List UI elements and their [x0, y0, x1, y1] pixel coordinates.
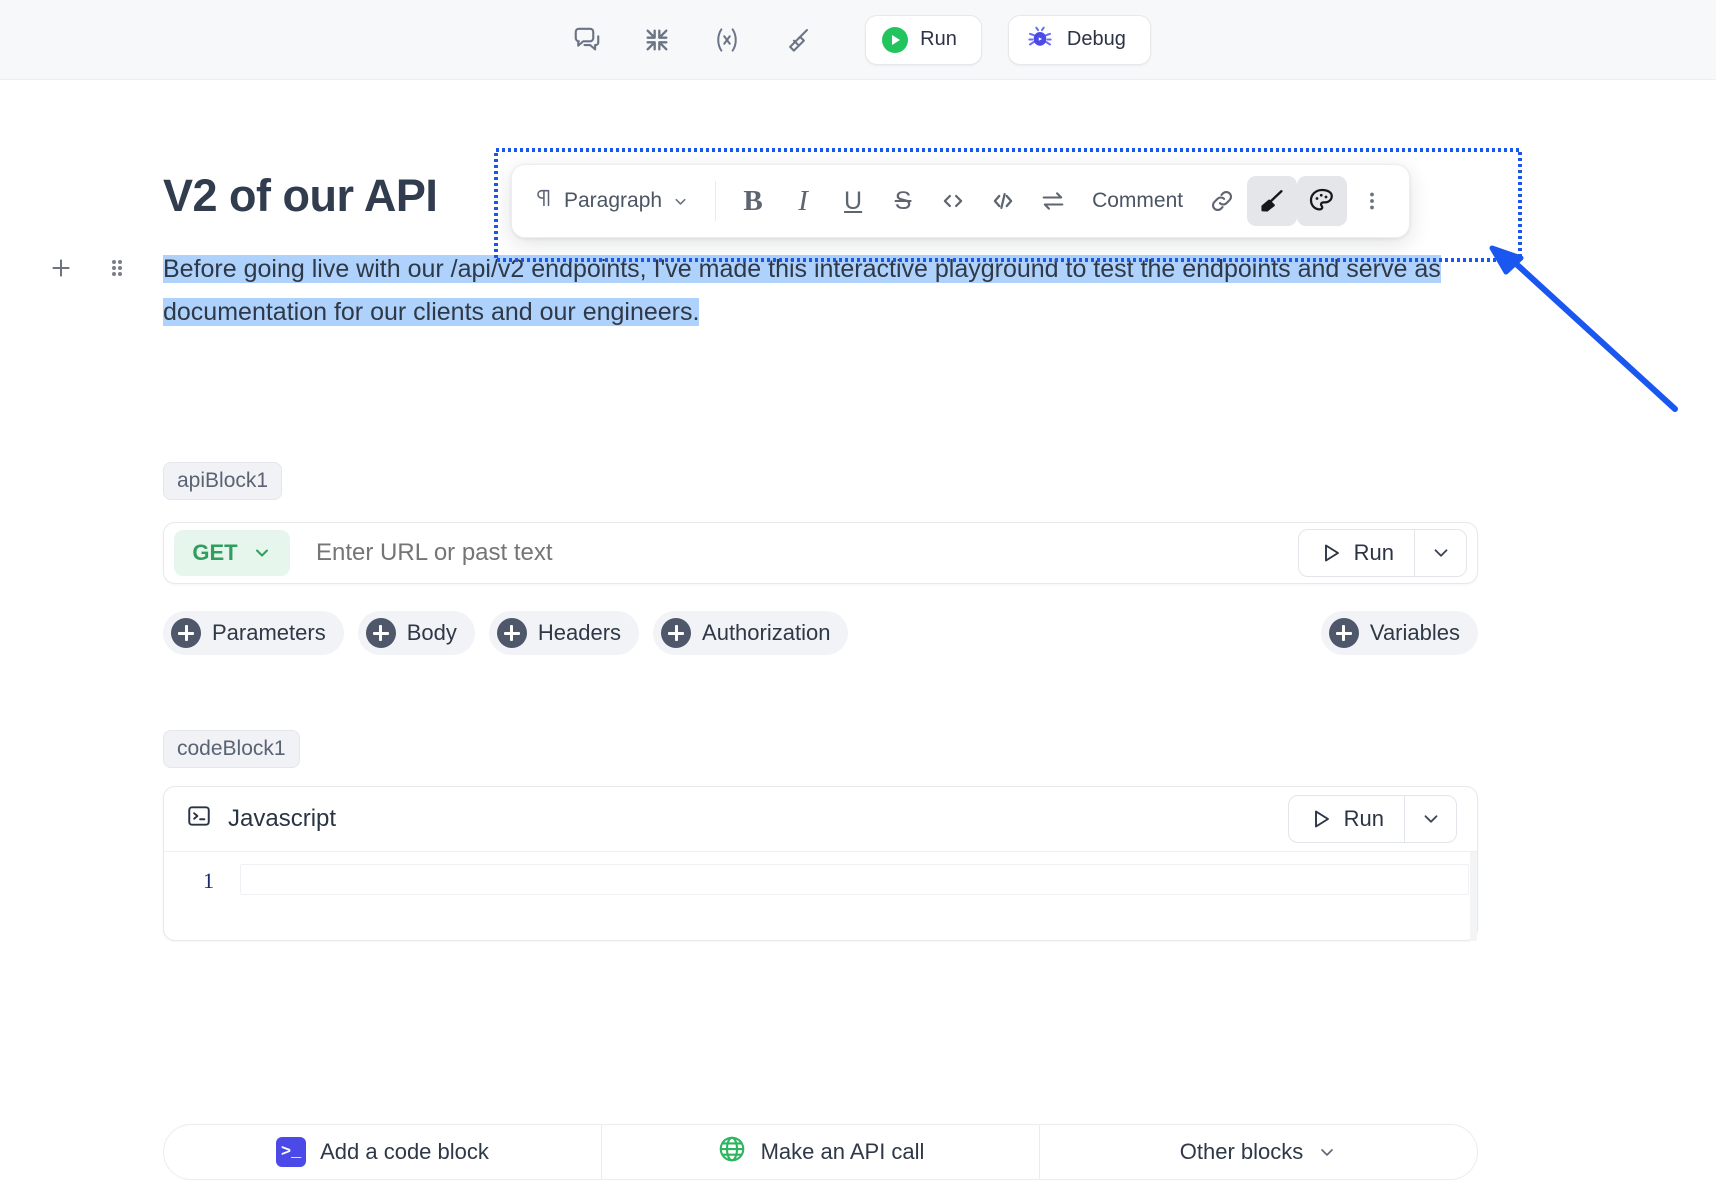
- api-request-card: GET Run: [163, 522, 1478, 584]
- code-scrollbar[interactable]: [1470, 852, 1477, 941]
- inline-code-button[interactable]: [928, 176, 978, 226]
- method-label: GET: [192, 540, 238, 565]
- api-run-options-button[interactable]: [1414, 530, 1466, 576]
- more-options-button[interactable]: [1347, 176, 1397, 226]
- top-toolbar: Run Debug: [0, 0, 1716, 80]
- code-block-header: Javascript Run: [164, 787, 1477, 852]
- code-run-button[interactable]: Run: [1289, 796, 1404, 842]
- variables-icon[interactable]: [705, 18, 749, 62]
- strikethrough-button[interactable]: S: [878, 176, 928, 226]
- plus-icon: [365, 618, 396, 648]
- chip-authorization[interactable]: Authorization: [653, 611, 849, 655]
- code-block-button[interactable]: [978, 176, 1028, 226]
- code-line-input[interactable]: [240, 864, 1469, 895]
- api-run-button[interactable]: Run: [1299, 530, 1414, 576]
- plus-icon: [171, 618, 201, 648]
- api-run-group: Run: [1297, 529, 1467, 577]
- chevron-down-icon: [255, 549, 268, 557]
- make-api-call-button[interactable]: Make an API call: [601, 1125, 1039, 1179]
- plus-icon: [661, 618, 692, 648]
- chip-body[interactable]: Body: [357, 611, 475, 655]
- floating-format-toolbar: Paragraph B I U S Comment: [511, 164, 1411, 238]
- code-run-options-button[interactable]: [1404, 796, 1456, 842]
- language-label: Javascript: [228, 805, 337, 832]
- link-button[interactable]: [1197, 176, 1247, 226]
- divider: [715, 181, 717, 221]
- block-gutter-controls: [48, 255, 130, 281]
- code-block-label[interactable]: codeBlock1: [163, 730, 300, 768]
- debug-button[interactable]: Debug: [1007, 14, 1151, 65]
- block-actions-bar: >_ Add a code block Make an API call Oth…: [163, 1124, 1478, 1180]
- chevron-down-icon: [675, 198, 686, 205]
- api-block-label[interactable]: apiBlock1: [163, 462, 283, 500]
- clear-icon[interactable]: [775, 18, 819, 62]
- code-run-label: Run: [1343, 806, 1384, 831]
- chip-variables[interactable]: Variables: [1320, 611, 1478, 655]
- app-root: Run Debug V2 of our API Before going liv…: [0, 0, 1716, 1186]
- chip-label: Authorization: [702, 620, 831, 645]
- comment-button[interactable]: Comment: [1078, 176, 1197, 226]
- chip-label: Headers: [537, 620, 622, 645]
- italic-button[interactable]: I: [778, 176, 828, 226]
- play-icon: [1324, 544, 1339, 562]
- code-editor[interactable]: 1: [164, 852, 1477, 941]
- convert-button[interactable]: [1028, 176, 1078, 226]
- plus-icon: [1328, 618, 1359, 648]
- chip-label: Parameters: [212, 620, 326, 645]
- paragraph-style-label: Paragraph: [564, 189, 663, 212]
- make-api-call-label: Make an API call: [760, 1139, 925, 1164]
- line-number: 1: [203, 868, 214, 893]
- chip-parameters[interactable]: Parameters: [163, 611, 344, 655]
- play-icon: [1314, 810, 1329, 828]
- underline-button[interactable]: U: [828, 176, 878, 226]
- add-code-block-label: Add a code block: [320, 1139, 489, 1164]
- paragraph-style-select[interactable]: Paragraph: [526, 179, 703, 223]
- chip-headers[interactable]: Headers: [488, 611, 640, 655]
- chip-label: Body: [406, 620, 457, 645]
- code-block-card: Javascript Run 1: [163, 786, 1478, 941]
- pilcrow-icon: [532, 186, 554, 216]
- chevron-down-icon: [1424, 815, 1437, 823]
- language-select[interactable]: Javascript: [186, 803, 336, 836]
- paragraph-text: Before going live with our /api/v2 endpo…: [163, 255, 1441, 326]
- terminal-icon: [186, 803, 212, 836]
- api-run-label: Run: [1353, 540, 1394, 565]
- chip-label: Variables: [1369, 620, 1460, 645]
- terminal-icon: >_: [276, 1137, 307, 1167]
- bug-icon: [1025, 22, 1055, 58]
- plus-icon: [496, 618, 527, 648]
- other-blocks-label: Other blocks: [1179, 1139, 1304, 1164]
- code-run-group: Run: [1287, 795, 1457, 843]
- text-color-button[interactable]: [1297, 176, 1348, 226]
- debug-button-label: Debug: [1066, 28, 1126, 50]
- page-title[interactable]: V2 of our API: [163, 170, 438, 222]
- bold-button[interactable]: B: [728, 176, 778, 226]
- chevron-down-icon: [1434, 549, 1447, 557]
- chevron-down-icon: [1321, 1149, 1334, 1156]
- more-vertical-icon: [1370, 192, 1375, 210]
- drag-handle-icon[interactable]: [104, 255, 130, 281]
- run-button[interactable]: Run: [865, 14, 982, 65]
- method-select[interactable]: GET: [174, 530, 290, 576]
- api-options-row: Parameters Body Headers Authorization Va…: [163, 611, 1478, 655]
- add-code-block-button[interactable]: >_ Add a code block: [164, 1125, 601, 1179]
- notebook-page: V2 of our API Before going live with our…: [0, 80, 1716, 1186]
- add-block-icon[interactable]: [48, 255, 74, 281]
- collapse-icon[interactable]: [635, 18, 679, 62]
- play-icon: [882, 26, 909, 53]
- comment-icon[interactable]: [565, 18, 609, 62]
- paragraph-block[interactable]: Before going live with our /api/v2 endpo…: [163, 248, 1473, 334]
- run-button-label: Run: [920, 28, 957, 50]
- highlight-button[interactable]: [1247, 176, 1298, 226]
- other-blocks-button[interactable]: Other blocks: [1039, 1125, 1477, 1179]
- url-input[interactable]: [290, 538, 1298, 568]
- globe-icon: [717, 1134, 747, 1170]
